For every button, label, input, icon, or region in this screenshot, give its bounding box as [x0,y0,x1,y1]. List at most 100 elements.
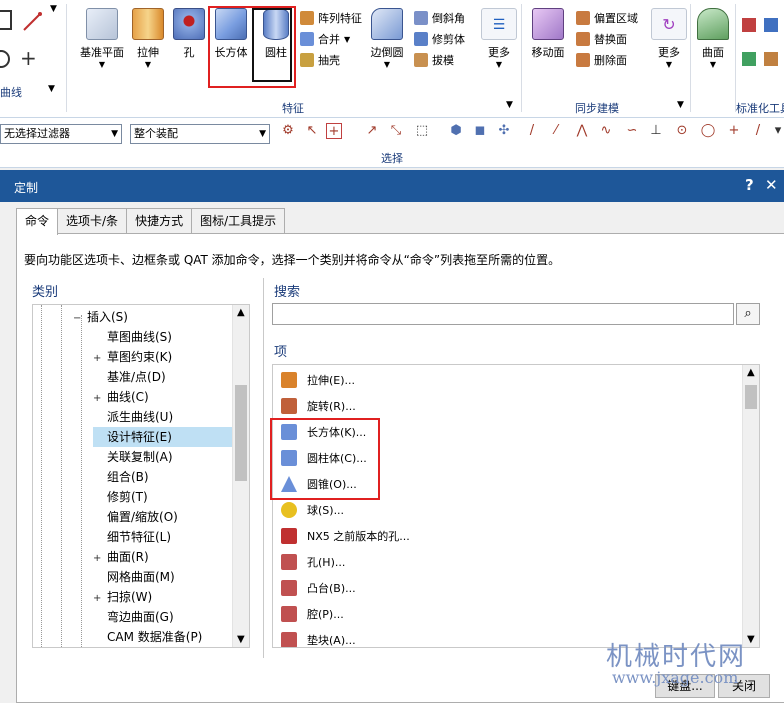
unite-button[interactable]: 合并 ▼ [300,31,350,47]
center-icon[interactable]: ⊙ [674,123,690,139]
category-item[interactable]: + 草图约束(K) [93,347,172,367]
chevron-up-icon[interactable]: ▲ [237,307,245,318]
command-item[interactable]: 孔(H)... [281,549,345,575]
point-icon[interactable]: + [726,123,742,139]
edge-blend-button[interactable]: 边倒圆 ▼ [362,8,412,69]
axes-icon[interactable]: ✣ [496,123,512,139]
category-item[interactable]: + 曲线(C) [93,387,149,407]
circle-icon[interactable] [0,50,10,68]
tab-commands[interactable]: 命令 [16,208,59,235]
offset-region-button[interactable]: 偏置区域 [576,10,638,26]
command-item[interactable]: NX5 之前版本的孔... [281,523,410,549]
category-item[interactable]: 派生曲线(U) [93,407,173,427]
category-item[interactable]: 关联复制(A) [93,447,173,467]
category-item[interactable]: 组合(B) [93,467,149,487]
std-tool-icon[interactable] [764,52,778,66]
selection-filter-dropdown[interactable]: 无选择过滤器 ▼ [0,124,122,144]
select-icon[interactable]: ↖ [304,123,320,139]
expand-icon[interactable]: + [93,349,107,369]
chevron-down-icon[interactable]: ▼ [747,634,755,645]
chevron-down-icon[interactable]: ▼ [48,84,55,94]
help-button[interactable]: ? [745,176,754,194]
draft-button[interactable]: 拔模 [414,52,454,68]
std-tool-icon[interactable] [764,18,778,32]
items-scrollbar[interactable]: ▲ ▼ [742,365,759,647]
category-item[interactable]: CAM 数据准备(P) [93,627,202,647]
cursor-icon[interactable]: ↗ [364,123,380,139]
command-item[interactable]: 腔(P)... [281,601,344,627]
line-icon[interactable]: / [750,123,766,139]
command-item[interactable]: 球(S)... [281,497,344,523]
category-tree[interactable]: − 插入(S) 草图曲线(S) + 草图约束(K) 基准/点(D) + 曲线(C) 派生曲线(U… [32,304,250,648]
snap-icon[interactable]: + [326,123,342,139]
category-item[interactable]: 细节特征(L) [93,527,171,547]
command-item[interactable]: 凸台(B)... [281,575,356,601]
move-face-button[interactable]: 移动面 [523,8,573,60]
datum-plane-button[interactable]: 基准平面 ▼ [77,8,127,69]
collapse-icon[interactable]: − [73,309,87,329]
more-features-button[interactable]: ☰ 更多 ▼ [474,8,524,69]
point-icon[interactable]: + [20,46,37,70]
delete-face-button[interactable]: 删除面 [576,52,627,68]
category-item[interactable]: 网格曲面(M) [93,567,175,587]
chevron-down-icon[interactable]: ▼ [677,100,684,110]
search-field[interactable] [273,304,733,324]
std-tool-icon[interactable] [742,18,756,32]
category-item[interactable]: 弯边曲面(G) [93,607,174,627]
search-button[interactable]: ⌕ [736,303,760,325]
chevron-down-icon[interactable]: ▼ [237,634,245,645]
tab-shortcuts[interactable]: 快捷方式 [126,208,193,234]
chevron-down-icon: ▼ [665,60,673,69]
category-item[interactable]: 设计特征(E) [93,427,233,447]
selection-scope-dropdown[interactable]: 整个装配 ▼ [130,124,270,144]
replace-face-button[interactable]: 替换面 [576,31,627,47]
tab-icons-tooltips[interactable]: 图标/工具提示 [191,208,286,234]
pattern-feature-button[interactable]: 阵列特征 [300,10,362,26]
chevron-down-icon[interactable]: ▼ [506,100,513,110]
spline-icon[interactable]: ∿ [598,123,614,139]
offset-region-label: 偏置区域 [594,12,638,25]
command-item[interactable]: 垫块(A)... [281,627,356,647]
scroll-thumb[interactable] [745,385,757,409]
chevron-down-icon[interactable]: ▼ [50,4,57,14]
curve-icon[interactable]: ∽ [624,123,640,139]
rectangle-select-icon[interactable]: ⬚ [414,123,430,139]
shell-button[interactable]: 抽壳 [300,52,340,68]
category-item[interactable]: 修剪(T) [93,487,148,507]
command-item[interactable]: 旋转(R)... [281,393,356,419]
solid-icon[interactable]: ⬢ [448,123,464,139]
std-tool-icon[interactable] [742,52,756,66]
search-input[interactable] [272,303,734,325]
scroll-thumb[interactable] [235,385,247,481]
close-icon[interactable]: ✕ [765,176,778,194]
angle-icon[interactable]: ⊥ [648,123,664,139]
category-item[interactable]: 草图曲线(S) [93,327,172,347]
line-icon[interactable]: / [524,123,540,139]
line-icon[interactable] [22,12,42,32]
line-icon[interactable]: ⁄ [548,123,564,139]
category-item[interactable]: 基准/点(D) [93,367,166,387]
category-item[interactable]: + 曲面(R) [93,547,149,567]
trim-body-button[interactable]: 修剪体 [414,31,465,47]
tab-tabs-bars[interactable]: 选项卡/条 [57,208,128,234]
rectangle-icon[interactable] [0,10,12,30]
category-item[interactable]: + 扫掠(W) [93,587,152,607]
polyline-icon[interactable]: ⋀ [574,123,590,139]
surface-button[interactable]: 曲面 ▼ [688,8,738,69]
chevron-up-icon[interactable]: ▲ [747,367,755,378]
quadrant-icon[interactable]: ◯ [700,123,716,139]
chamfer-button[interactable]: 倒斜角 [414,10,465,26]
command-item[interactable]: 拉伸(E)... [281,367,355,393]
assembly-icon[interactable]: ⚙ [280,123,296,139]
expand-icon[interactable]: + [93,549,107,569]
expand-icon[interactable]: + [93,389,107,409]
expand-icon[interactable]: + [93,589,107,609]
category-scrollbar[interactable]: ▲ ▼ [232,305,249,647]
chevron-down-icon[interactable]: ▾ [770,123,784,139]
more-sync-button[interactable]: ↻ 更多 ▼ [644,8,694,69]
drag-icon[interactable]: ⤡ [388,123,404,139]
command-items-list[interactable]: 拉伸(E)... 旋转(R)... 长方体(K)... 圆柱体(C)... 圆锥(O).… [272,364,760,648]
category-item[interactable]: − 插入(S) [73,307,128,327]
category-item[interactable]: 偏置/缩放(O) [93,507,178,527]
box-icon[interactable]: ◼ [472,123,488,139]
